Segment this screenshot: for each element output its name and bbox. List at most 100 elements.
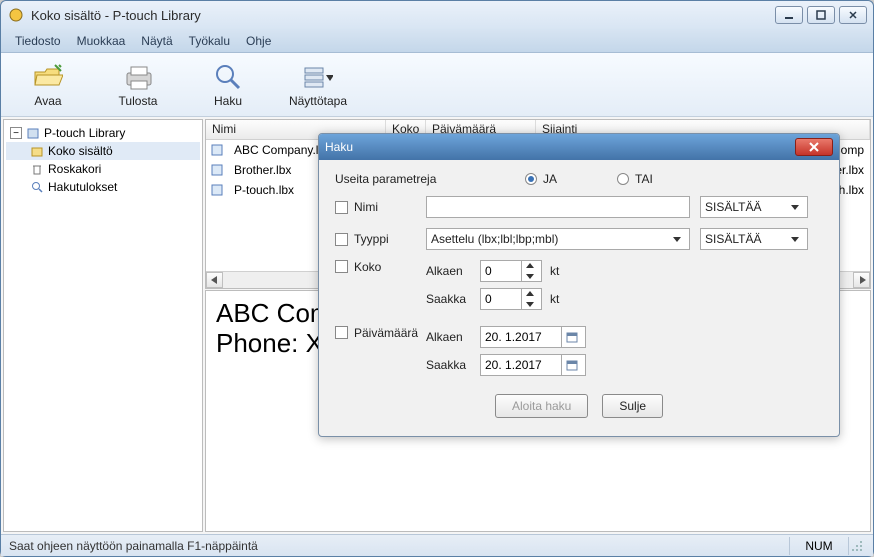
toolbar-search-label: Haku (214, 94, 242, 108)
size-from-row: Alkaen kt (426, 260, 559, 282)
spin-arrows[interactable] (521, 289, 537, 309)
type-row: Tyyppi Asettelu (lbx;lbl;lbp;mbl) SISÄLT… (335, 228, 823, 250)
file-icon (210, 183, 224, 197)
date-row: Päivämäärä Alkaen Saakka (335, 326, 823, 382)
date-checkbox[interactable] (335, 326, 348, 339)
tree-results-label: Hakutulokset (48, 180, 117, 194)
logic-radio-group: JA TAI (525, 172, 653, 186)
toolbar-viewmode[interactable]: Näyttötapa (283, 62, 353, 108)
menu-edit[interactable]: Muokkaa (69, 32, 134, 50)
date-label: Päivämäärä (354, 326, 426, 340)
tree-all-contents[interactable]: Koko sisältö (6, 142, 200, 160)
size-to-spin[interactable] (480, 288, 542, 310)
search-dialog: Haku Useita parametreja JA TAI Nimi (318, 133, 840, 437)
close-dialog-button[interactable]: Sulje (602, 394, 663, 418)
titlebar: Koko sisältö - P-touch Library (1, 1, 873, 29)
type-op-combo[interactable]: SISÄLTÄÄ (700, 228, 808, 250)
date-to-input[interactable] (480, 354, 586, 376)
menu-help[interactable]: Ohje (238, 32, 279, 50)
size-from-spin[interactable] (480, 260, 542, 282)
dialog-titlebar: Haku (319, 134, 839, 160)
menu-view[interactable]: Näytä (133, 32, 180, 50)
date-to-field[interactable] (485, 356, 561, 374)
tree-root-label: P-touch Library (44, 126, 125, 140)
size-row: Koko Alkaen kt Saakka (335, 260, 823, 316)
chevron-up-icon (523, 261, 537, 271)
name-checkbox[interactable] (335, 201, 348, 214)
size-label: Koko (354, 260, 426, 274)
trash-icon (30, 162, 44, 176)
size-from-label: Alkaen (426, 264, 472, 278)
close-button[interactable] (839, 6, 867, 24)
app-icon (7, 6, 25, 24)
radio-and-label: JA (543, 172, 557, 186)
dialog-title: Haku (325, 140, 795, 154)
type-value: Asettelu (lbx;lbl;lbp;mbl) (431, 232, 558, 246)
radio-and[interactable]: JA (525, 172, 557, 186)
chevron-down-icon (523, 299, 537, 309)
toolbar-print[interactable]: Tulosta (103, 62, 173, 108)
tree-root[interactable]: − P-touch Library (6, 124, 200, 142)
radio-dot-icon (617, 173, 629, 185)
tree-all-label: Koko sisältö (48, 144, 113, 158)
type-label: Tyyppi (354, 232, 426, 246)
window-buttons (775, 6, 867, 24)
chevron-down-icon (787, 202, 803, 212)
file-icon (210, 163, 224, 177)
name-label: Nimi (354, 200, 426, 214)
type-combo[interactable]: Asettelu (lbx;lbl;lbp;mbl) (426, 228, 690, 250)
date-from-label: Alkaen (426, 330, 472, 344)
resize-grip-icon[interactable] (849, 538, 865, 554)
close-icon (808, 142, 820, 152)
scroll-right-icon[interactable] (853, 272, 870, 288)
toolbar-search[interactable]: Haku (193, 62, 263, 108)
tree-trash[interactable]: Roskakori (6, 160, 200, 178)
folder-icon (30, 144, 44, 158)
date-to-label: Saakka (426, 358, 472, 372)
dialog-close-button[interactable] (795, 138, 833, 156)
menu-file[interactable]: Tiedosto (7, 32, 69, 50)
name-row: Nimi SISÄLTÄÄ (335, 196, 823, 218)
name-input[interactable] (426, 196, 690, 218)
type-checkbox[interactable] (335, 233, 348, 246)
start-search-button[interactable]: Aloita haku (495, 394, 588, 418)
radio-or[interactable]: TAI (617, 172, 653, 186)
name-op-combo[interactable]: SISÄLTÄÄ (700, 196, 808, 218)
size-to-row: Saakka kt (426, 288, 559, 310)
tree-results[interactable]: Hakutulokset (6, 178, 200, 196)
collapse-icon[interactable]: − (10, 127, 22, 139)
size-to-input[interactable] (485, 290, 521, 308)
scroll-left-icon[interactable] (206, 272, 223, 288)
tree-panel[interactable]: − P-touch Library Koko sisältö Roskakori… (3, 119, 203, 532)
dialog-body: Useita parametreja JA TAI Nimi SISÄLTÄÄ (319, 160, 839, 436)
size-from-unit: kt (550, 264, 559, 278)
view-icon (303, 62, 333, 92)
window-title: Koko sisältö - P-touch Library (31, 8, 775, 23)
date-from-row: Alkaen (426, 326, 586, 348)
multi-params-label: Useita parametreja (335, 172, 525, 186)
chevron-up-icon (523, 289, 537, 299)
statusbar: Saat ohjeen näyttöön painamalla F1-näppä… (1, 534, 873, 556)
date-from-field[interactable] (485, 328, 561, 346)
toolbar: Avaa Tulosta Haku Näyttötapa (1, 53, 873, 117)
size-checkbox[interactable] (335, 260, 348, 273)
magnifier-icon (213, 62, 243, 92)
toolbar-open-label: Avaa (34, 94, 61, 108)
status-num: NUM (789, 537, 849, 555)
spin-arrows[interactable] (521, 261, 537, 281)
menu-tools[interactable]: Työkalu (181, 32, 238, 50)
chevron-down-icon (669, 234, 685, 244)
calendar-icon[interactable] (561, 327, 581, 347)
file-icon (210, 143, 224, 157)
calendar-icon[interactable] (561, 355, 581, 375)
size-to-unit: kt (550, 292, 559, 306)
dialog-buttons: Aloita haku Sulje (335, 394, 823, 418)
maximize-button[interactable] (807, 6, 835, 24)
tree-trash-label: Roskakori (48, 162, 101, 176)
toolbar-open[interactable]: Avaa (13, 62, 83, 108)
minimize-button[interactable] (775, 6, 803, 24)
chevron-down-icon (787, 234, 803, 244)
chevron-down-icon (326, 65, 333, 89)
size-from-input[interactable] (485, 262, 521, 280)
date-from-input[interactable] (480, 326, 586, 348)
